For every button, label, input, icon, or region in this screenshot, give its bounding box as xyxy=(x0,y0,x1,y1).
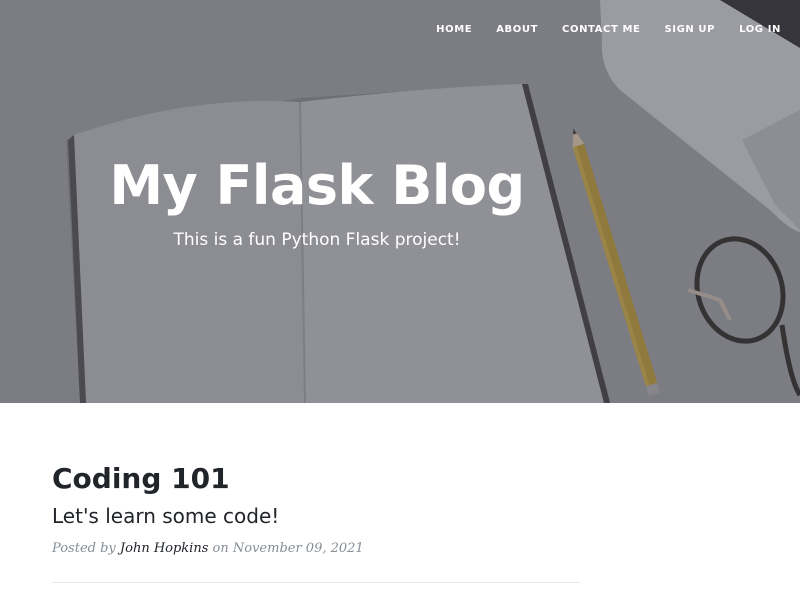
site-subtitle: This is a fun Python Flask project! xyxy=(173,230,461,250)
post-date: November 09, 2021 xyxy=(232,541,364,556)
post-divider xyxy=(52,582,580,583)
post-meta-prefix: Posted by xyxy=(52,541,116,556)
post-preview: Coding 101 Let's learn some code! Posted… xyxy=(52,461,580,558)
site-title: My Flask Blog xyxy=(109,154,525,217)
nav-contact-link[interactable]: CONTACT ME xyxy=(562,24,640,35)
post-meta-on: on xyxy=(212,541,229,556)
post-author-link[interactable]: John Hopkins xyxy=(120,541,208,556)
nav-about-link[interactable]: ABOUT xyxy=(496,24,538,35)
nav-signup-link[interactable]: SIGN UP xyxy=(664,24,715,35)
navbar: HOME ABOUT CONTACT ME SIGN UP LOG IN xyxy=(412,0,800,58)
post-subtitle-link[interactable]: Let's learn some code! xyxy=(52,502,580,530)
hero-header: HOME ABOUT CONTACT ME SIGN UP LOG IN My … xyxy=(0,0,800,403)
nav-home-link[interactable]: HOME xyxy=(436,24,472,35)
post-list: Coding 101 Let's learn some code! Posted… xyxy=(52,403,580,591)
post-title-link[interactable]: Coding 101 xyxy=(52,461,580,497)
site-heading: My Flask Blog This is a fun Python Flask… xyxy=(102,150,532,250)
nav-login-link[interactable]: LOG IN xyxy=(739,24,781,35)
post-meta: Posted by John Hopkins on November 09, 2… xyxy=(52,540,580,558)
